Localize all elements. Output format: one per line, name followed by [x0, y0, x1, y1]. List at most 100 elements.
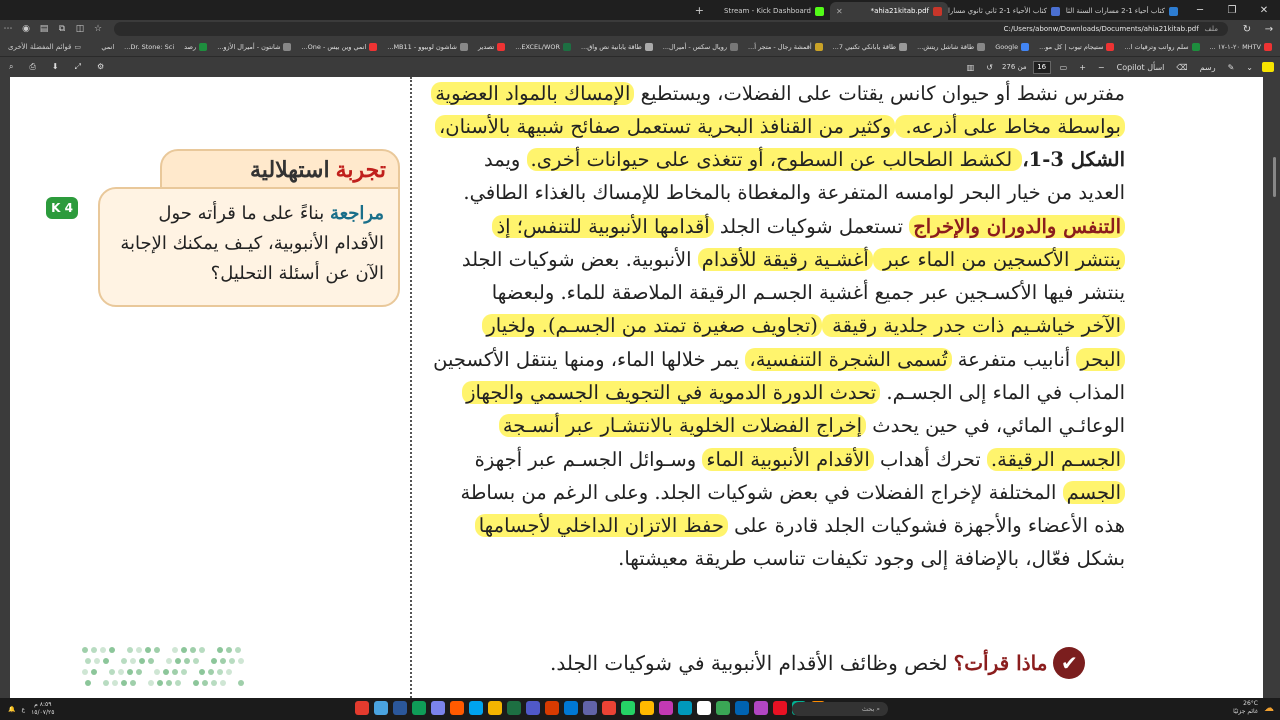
bookmark-item[interactable]: شانتون - أميرال الأزو...: [217, 43, 292, 51]
weather-widget[interactable]: ☁ 26°C غائم جزئيًا: [1233, 700, 1274, 716]
tab-close-icon[interactable]: ✕: [836, 7, 843, 16]
kami-badge[interactable]: K 4: [46, 197, 78, 219]
taskbar-app-icon[interactable]: [526, 701, 540, 715]
taskbar-app-icon[interactable]: [488, 701, 502, 715]
settings-icon[interactable]: ⚙: [94, 62, 107, 72]
taskbar-app-icon[interactable]: [659, 701, 673, 715]
bookmark-item[interactable]: انمي: [101, 43, 114, 51]
taskbar-clock[interactable]: 🔔 ع ٨:٥٩ م ١٥/٠٧/٢٥: [0, 701, 54, 717]
text-segment: وسـوائل الجسـم عبر أجهزة: [474, 448, 703, 471]
bookmark-item[interactable]: MHTV ٢٠-١-١٧ ...: [1210, 43, 1272, 51]
highlight-dropdown-icon[interactable]: ⌄: [1243, 63, 1256, 72]
bookmark-item[interactable]: تصدير: [478, 43, 506, 51]
bookmark-item[interactable]: طاقة يابانكي تكنيي 7...: [833, 43, 908, 51]
taskbar-app-icon[interactable]: [450, 701, 464, 715]
taskbar-app-icon[interactable]: [754, 701, 768, 715]
taskbar-app-icon[interactable]: [431, 701, 445, 715]
bookmark-item[interactable]: EXCEL/WOR...: [515, 43, 572, 51]
zoom-out-icon[interactable]: −: [1095, 63, 1108, 72]
favorite-star-icon[interactable]: ☆: [90, 24, 106, 34]
extensions-icon[interactable]: ⧉: [54, 24, 70, 34]
vertical-scrollbar[interactable]: [1273, 157, 1276, 197]
clock-time: ٨:٥٩ م: [34, 701, 52, 708]
fit-page-icon[interactable]: ▭: [1057, 63, 1071, 72]
taskbar-app-icon[interactable]: [678, 701, 692, 715]
split-screen-icon[interactable]: ◫: [72, 24, 88, 34]
highlighted-text: الإمساك بالمواد العضوية: [431, 82, 635, 105]
refresh-icon[interactable]: ↻: [1236, 24, 1258, 35]
text-line: المذاب في الماء إلى الجسـم. تحدث الدورة …: [462, 376, 1125, 410]
close-window-icon[interactable]: ✕: [1248, 5, 1280, 16]
draw-icon[interactable]: ✎: [1225, 63, 1238, 72]
taskbar-app-icon[interactable]: [716, 701, 730, 715]
text-line: ينتشر الأكسجين من الماء عبر أغشـية رقيقة…: [462, 243, 1125, 277]
bookmark-item[interactable]: طاقة يابانية نص واق...: [581, 43, 653, 51]
taskbar-app-icon[interactable]: [545, 701, 559, 715]
bookmark-item[interactable]: Google: [995, 43, 1030, 51]
menu-icon[interactable]: ⋯: [0, 24, 16, 34]
taskbar-app-icon[interactable]: [393, 701, 407, 715]
taskbar-app-icon[interactable]: [640, 701, 654, 715]
print-icon[interactable]: ⎙: [26, 62, 38, 72]
taskbar-app-icon[interactable]: [564, 701, 578, 715]
maximize-window-icon[interactable]: ❐: [1216, 5, 1248, 16]
logo-dot: [181, 669, 187, 675]
bookmark-item[interactable]: انمي وين بيس - One...: [301, 43, 378, 51]
logo-dot: [172, 669, 178, 675]
new-tab-icon[interactable]: +: [695, 4, 704, 17]
page-view-icon[interactable]: ▥: [964, 63, 978, 72]
draw-button[interactable]: رسم: [1197, 63, 1219, 72]
page-number-input[interactable]: 16: [1032, 60, 1051, 74]
rotate-icon[interactable]: ↺: [983, 63, 996, 72]
bookmark-item[interactable]: أقمشة رجال - متجر أ...: [748, 43, 823, 51]
notification-icon[interactable]: 🔔: [8, 706, 15, 713]
fullscreen-icon[interactable]: ⤢: [72, 62, 84, 72]
bookmark-item[interactable]: رصد: [184, 43, 208, 51]
bookmark-item[interactable]: رويال سكس - أميرال...: [663, 43, 739, 51]
address-bar[interactable]: ملف C:/Users/abonw/Downloads/Documents/a…: [114, 22, 1228, 36]
ask-copilot-button[interactable]: اسأل Copilot: [1114, 63, 1168, 72]
taskbar-app-icon[interactable]: [773, 701, 787, 715]
taskbar-app-icon[interactable]: [355, 701, 369, 715]
bookmark-item[interactable]: ستيجام تيوب | كل مو...: [1039, 43, 1115, 51]
logo-dot: [238, 658, 244, 664]
taskbar-search[interactable]: ⌕ بحث: [792, 702, 888, 716]
taskbar-app-icon[interactable]: [412, 701, 426, 715]
taskbar-app-icon[interactable]: [469, 701, 483, 715]
taskbar-app-icon[interactable]: [374, 701, 388, 715]
highlight-tool-icon[interactable]: [1262, 62, 1274, 72]
browser-tab-4[interactable]: Stream - Kick Dashboard: [712, 2, 830, 20]
pdf-viewport[interactable]: تجربة استهلالية مراجعة بناءً على ما قرأت…: [0, 77, 1280, 698]
minimize-window-icon[interactable]: ─: [1184, 5, 1216, 16]
language-indicator[interactable]: ع: [21, 706, 25, 713]
zoom-in-icon[interactable]: +: [1076, 63, 1089, 72]
browser-toolbar-icons: ☆ ◫ ⧉ ▤ ◉ ⋯: [0, 24, 106, 34]
taskbar-app-icon[interactable]: [621, 701, 635, 715]
taskbar-app-icon[interactable]: [507, 701, 521, 715]
taskbar-app-icon[interactable]: [583, 701, 597, 715]
tab-favicon: [933, 6, 942, 16]
bookmark-item[interactable]: سلم رواتب وترقيات ا...: [1124, 43, 1200, 51]
browser-tab-1[interactable]: كتاب أحياء 1-2 مسارات السنة الثانية ✕: [1066, 2, 1184, 20]
taskbar-app-icon[interactable]: [735, 701, 749, 715]
bookmark-item[interactable]: طاقة شاشل ريتش...: [917, 43, 986, 51]
browser-tab-2[interactable]: كتاب الأحياء 1-2 ثاني ثانوي مسارات ✕: [948, 2, 1066, 20]
bookmark-item[interactable]: شاشون لوبيوو - MB11...: [387, 43, 468, 51]
browser-tab-3[interactable]: ahia21kitab.pdf* ✕: [830, 2, 948, 20]
save-icon[interactable]: ⬇: [49, 62, 62, 72]
logo-dot: [172, 647, 178, 653]
taskbar-app-icon[interactable]: [602, 701, 616, 715]
bookmark-item[interactable]: Dr. Stone: Sci...: [124, 43, 174, 51]
taskbar-app-icon[interactable]: [697, 701, 711, 715]
collections-icon[interactable]: ▤: [36, 24, 52, 34]
back-icon[interactable]: →: [1258, 24, 1280, 35]
eraser-icon[interactable]: ⌫: [1173, 63, 1190, 72]
profile-icon[interactable]: ◉: [18, 24, 34, 34]
highlighted-text: وكثير من القنافذ البحرية تستعمل صفائح شب…: [434, 115, 896, 138]
tab-label: كتاب الأحياء 1-2 ثاني ثانوي مسارات: [948, 7, 1047, 15]
other-favorites[interactable]: ▭ قوائم المفضلة الأخرى: [0, 43, 81, 51]
logo-dot: [91, 647, 97, 653]
search-icon[interactable]: ⌕: [6, 62, 16, 72]
text-line: مفترس نشط أو حيوان كانس يقتات على الفضلا…: [431, 77, 1125, 111]
bookmark-favicon: [814, 43, 823, 51]
